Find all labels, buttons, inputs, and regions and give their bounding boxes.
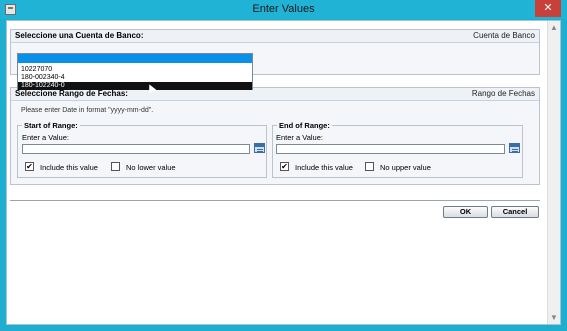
start-include-checkbox[interactable]: ✔: [25, 162, 34, 171]
list-item[interactable]: [18, 54, 252, 63]
title-bar[interactable]: Enter Values ✕: [0, 0, 567, 19]
list-item[interactable]: 180-002340-4: [18, 74, 252, 82]
end-calendar-icon[interactable]: [509, 143, 520, 153]
start-range-legend: Start of Range:: [22, 121, 80, 130]
start-enter-label: Enter a Value:: [22, 133, 69, 142]
date-section-label: Rango de Fechas: [471, 89, 535, 98]
end-range-group: End of Range: Enter a Value: ✔ Include t…: [272, 121, 523, 178]
window-title: Enter Values: [252, 3, 315, 15]
no-upper-label: No upper value: [380, 163, 431, 172]
end-range-legend: End of Range:: [277, 121, 332, 130]
date-format-hint: Please enter Date in format "yyyy-mm-dd"…: [21, 107, 154, 114]
close-button[interactable]: ✕: [535, 0, 561, 17]
start-calendar-icon[interactable]: [254, 143, 265, 153]
end-include-checkbox[interactable]: ✔: [280, 162, 289, 171]
end-enter-label: Enter a Value:: [276, 133, 323, 142]
end-include-label: Include this value: [295, 163, 353, 172]
no-lower-checkbox[interactable]: [111, 162, 120, 171]
dialog-body: Seleccione una Cuenta de Banco: Cuenta d…: [6, 20, 561, 325]
scroll-down-icon[interactable]: ▼: [548, 313, 560, 322]
bank-section-label: Cuenta de Banco: [473, 31, 535, 40]
start-range-group: Start of Range: Enter a Value: ✔ Include…: [17, 121, 267, 178]
list-item[interactable]: 180-102240-0: [18, 82, 252, 90]
start-date-input[interactable]: [22, 144, 250, 154]
date-section-title: Seleccione Rango de Fechas:: [15, 89, 128, 98]
footer-divider: [10, 200, 540, 201]
list-item[interactable]: 10227070: [18, 66, 252, 74]
vertical-scrollbar[interactable]: ▲ ▼: [547, 21, 560, 324]
end-date-input[interactable]: [276, 144, 505, 154]
cancel-button[interactable]: Cancel: [491, 206, 539, 218]
ok-button[interactable]: OK: [443, 206, 488, 218]
bank-section-title: Seleccione una Cuenta de Banco:: [15, 31, 144, 40]
no-lower-label: No lower value: [126, 163, 176, 172]
enter-values-window: Enter Values ✕ Seleccione una Cuenta de …: [0, 0, 567, 331]
scroll-up-icon[interactable]: ▲: [548, 23, 560, 32]
start-include-label: Include this value: [40, 163, 98, 172]
no-upper-checkbox[interactable]: [365, 162, 374, 171]
bank-section-header: Seleccione una Cuenta de Banco: Cuenta d…: [11, 30, 539, 43]
bank-account-listbox[interactable]: 10227070 180-002340-4 180-102240-0: [17, 53, 253, 90]
